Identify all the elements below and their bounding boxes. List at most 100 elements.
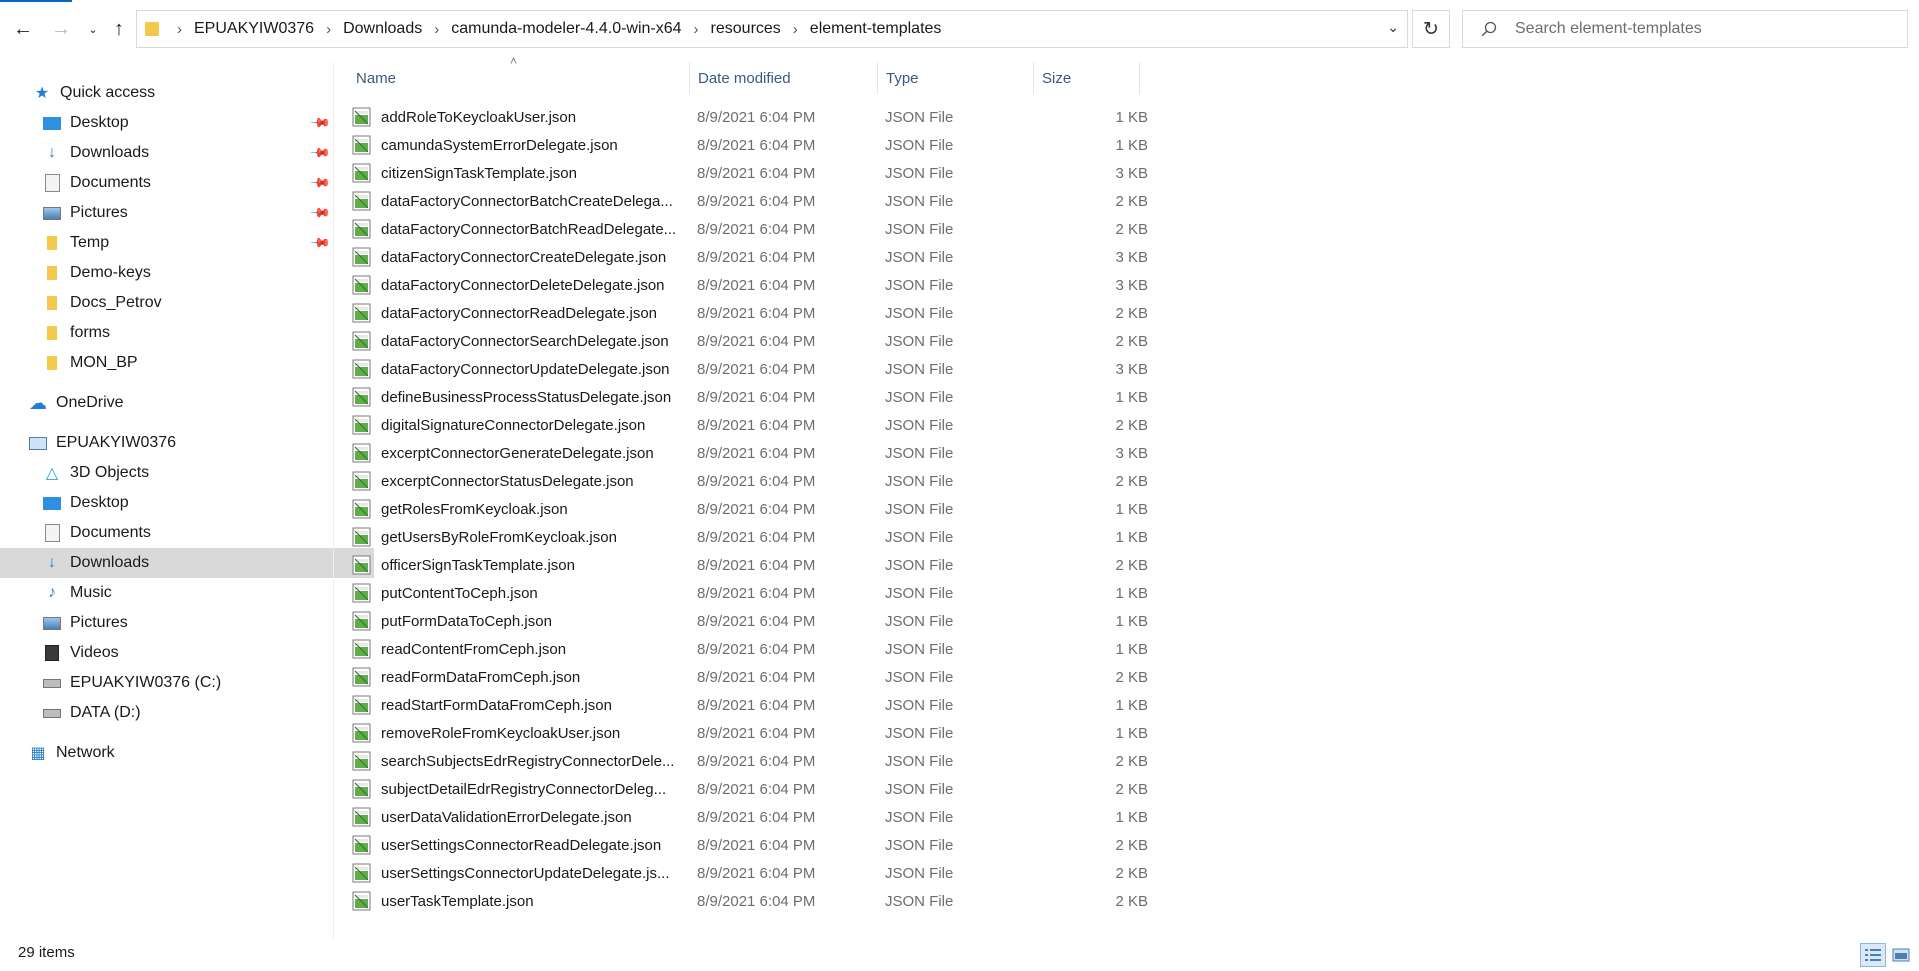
pin-icon[interactable]: 📌 — [309, 232, 331, 255]
file-row[interactable]: getRolesFromKeycloak.json 8/9/2021 6:04 P… — [352, 495, 1148, 523]
file-row[interactable]: subjectDetailEdrRegistryConnectorDeleg..… — [352, 775, 1148, 803]
sidebar-item-desktop-pc[interactable]: Desktop — [0, 488, 374, 518]
column-header-name[interactable]: ˄ Name — [348, 54, 690, 94]
file-row[interactable]: userDataValidationErrorDelegate.json 8/9/… — [352, 803, 1148, 831]
sidebar-item-3d-objects[interactable]: △ 3D Objects — [0, 458, 374, 488]
file-name[interactable]: citizenSignTaskTemplate.json — [381, 165, 681, 182]
file-row[interactable]: camundaSystemErrorDelegate.json 8/9/2021 … — [352, 131, 1148, 159]
pin-icon[interactable]: 📌 — [309, 142, 331, 165]
file-name[interactable]: dataFactoryConnectorBatchCreateDelega... — [381, 193, 681, 210]
file-row[interactable]: searchSubjectsEdrRegistryConnectorDele..… — [352, 747, 1148, 775]
file-name[interactable]: defineBusinessProcessStatusDelegate.json — [381, 389, 681, 406]
breadcrumb-item[interactable]: element-templates — [810, 20, 942, 38]
sidebar-item-pictures-pc[interactable]: Pictures — [0, 608, 374, 638]
sidebar-item-temp[interactable]: Temp 📌 — [0, 228, 374, 258]
file-name[interactable]: dataFactoryConnectorUpdateDelegate.json — [381, 361, 681, 378]
sidebar-item-documents[interactable]: Documents 📌 — [0, 168, 374, 198]
sidebar-item-mon-bp[interactable]: MON_BP — [0, 348, 374, 378]
file-row[interactable]: defineBusinessProcessStatusDelegate.json… — [352, 383, 1148, 411]
file-row[interactable]: dataFactoryConnectorDeleteDelegate.json 8… — [352, 271, 1148, 299]
column-header-type[interactable]: Type — [878, 62, 1034, 94]
sidebar-item-videos[interactable]: Videos — [0, 638, 374, 668]
file-name[interactable]: addRoleToKeycloakUser.json — [381, 109, 681, 126]
file-row[interactable]: citizenSignTaskTemplate.json 8/9/2021 6:0… — [352, 159, 1148, 187]
pin-icon[interactable]: 📌 — [309, 172, 331, 195]
sidebar-item-downloads[interactable]: ↓ Downloads 📌 — [0, 138, 374, 168]
file-row[interactable]: digitalSignatureConnectorDelegate.json 8/… — [352, 411, 1148, 439]
column-header-size[interactable]: Size — [1034, 62, 1140, 94]
file-row[interactable]: userTaskTemplate.json 8/9/2021 6:04 PM JSO… — [352, 887, 1148, 915]
file-row[interactable]: addRoleToKeycloakUser.json 8/9/2021 6:04 … — [352, 103, 1148, 131]
pane-divider[interactable] — [333, 62, 334, 940]
column-header-date[interactable]: Date modified — [690, 62, 878, 94]
file-row[interactable]: getUsersByRoleFromKeycloak.json 8/9/2021 … — [352, 523, 1148, 551]
file-row[interactable]: putFormDataToCeph.json 8/9/2021 6:04 PM JS… — [352, 607, 1148, 635]
file-name[interactable]: excerptConnectorStatusDelegate.json — [381, 473, 681, 490]
file-row[interactable]: putContentToCeph.json 8/9/2021 6:04 PM JSO… — [352, 579, 1148, 607]
file-row[interactable]: excerptConnectorStatusDelegate.json 8/9/2… — [352, 467, 1148, 495]
breadcrumb-item[interactable]: camunda-modeler-4.4.0-win-x64 — [451, 20, 681, 38]
file-name[interactable]: readStartFormDataFromCeph.json — [381, 697, 681, 714]
breadcrumb-item[interactable]: EPUAKYIW0376 — [194, 20, 314, 38]
up-button[interactable]: ↑ — [104, 14, 134, 44]
file-name[interactable]: officerSignTaskTemplate.json — [381, 557, 681, 574]
file-name[interactable]: subjectDetailEdrRegistryConnectorDeleg..… — [381, 781, 681, 798]
sidebar-item-downloads-pc[interactable]: ↓ Downloads — [0, 548, 374, 578]
pin-icon[interactable]: 📌 — [309, 202, 331, 225]
file-name[interactable]: putFormDataToCeph.json — [381, 613, 681, 630]
file-row[interactable]: readFormDataFromCeph.json 8/9/2021 6:04 P… — [352, 663, 1148, 691]
large-icons-view-button[interactable] — [1888, 943, 1914, 967]
chevron-right-icon[interactable]: › — [793, 21, 798, 38]
sidebar-item-desktop[interactable]: Desktop 📌 — [0, 108, 374, 138]
chevron-right-icon[interactable]: › — [434, 21, 439, 38]
sidebar-item-demo-keys[interactable]: Demo-keys — [0, 258, 374, 288]
file-name[interactable]: dataFactoryConnectorDeleteDelegate.json — [381, 277, 681, 294]
sidebar-item-drive-d[interactable]: DATA (D:) — [0, 698, 374, 728]
sidebar-item-pictures[interactable]: Pictures 📌 — [0, 198, 374, 228]
file-name[interactable]: userTaskTemplate.json — [381, 893, 681, 910]
file-name[interactable]: readFormDataFromCeph.json — [381, 669, 681, 686]
sidebar-item-quick-access[interactable]: ★ Quick access — [0, 78, 364, 108]
file-name[interactable]: dataFactoryConnectorBatchReadDelegate... — [381, 221, 681, 238]
address-dropdown-icon[interactable]: ⌄ — [1387, 19, 1399, 36]
breadcrumb-item[interactable]: Downloads — [343, 20, 422, 38]
file-name[interactable]: camundaSystemErrorDelegate.json — [381, 137, 681, 154]
file-row[interactable]: userSettingsConnectorReadDelegate.json 8/… — [352, 831, 1148, 859]
file-name[interactable]: dataFactoryConnectorReadDelegate.json — [381, 305, 681, 322]
file-name[interactable]: getUsersByRoleFromKeycloak.json — [381, 529, 681, 546]
file-name[interactable]: excerptConnectorGenerateDelegate.json — [381, 445, 681, 462]
address-bar[interactable]: › EPUAKYIW0376 › Downloads › camunda-mod… — [136, 10, 1408, 48]
file-row[interactable]: officerSignTaskTemplate.json 8/9/2021 6:0… — [352, 551, 1148, 579]
file-row[interactable]: dataFactoryConnectorBatchCreateDelega...… — [352, 187, 1148, 215]
file-name[interactable]: userSettingsConnectorUpdateDelegate.js..… — [381, 865, 681, 882]
pin-icon[interactable]: 📌 — [309, 112, 331, 135]
chevron-right-icon[interactable]: › — [326, 21, 331, 38]
file-name[interactable]: getRolesFromKeycloak.json — [381, 501, 681, 518]
file-row[interactable]: removeRoleFromKeycloakUser.json 8/9/2021 … — [352, 719, 1148, 747]
file-name[interactable]: digitalSignatureConnectorDelegate.json — [381, 417, 681, 434]
file-name[interactable]: putContentToCeph.json — [381, 585, 681, 602]
sidebar-item-forms[interactable]: forms — [0, 318, 374, 348]
file-name[interactable]: userSettingsConnectorReadDelegate.json — [381, 837, 681, 854]
file-row[interactable]: dataFactoryConnectorUpdateDelegate.json 8… — [352, 355, 1148, 383]
sidebar-item-music[interactable]: ♪ Music — [0, 578, 374, 608]
search-box[interactable] — [1462, 10, 1908, 48]
sidebar-item-docs-petrov[interactable]: Docs_Petrov — [0, 288, 374, 318]
details-view-button[interactable] — [1860, 943, 1886, 967]
file-name[interactable]: dataFactoryConnectorCreateDelegate.json — [381, 249, 681, 266]
breadcrumb-item[interactable]: resources — [711, 20, 781, 38]
file-name[interactable]: dataFactoryConnectorSearchDelegate.json — [381, 333, 681, 350]
file-row[interactable]: dataFactoryConnectorCreateDelegate.json 8… — [352, 243, 1148, 271]
file-row[interactable]: dataFactoryConnectorBatchReadDelegate...… — [352, 215, 1148, 243]
file-row[interactable]: readStartFormDataFromCeph.json 8/9/2021 6… — [352, 691, 1148, 719]
search-input[interactable] — [1513, 19, 1877, 39]
back-button[interactable]: ← — [8, 14, 38, 44]
sidebar-item-drive-c[interactable]: EPUAKYIW0376 (C:) — [0, 668, 374, 698]
file-row[interactable]: userSettingsConnectorUpdateDelegate.js..… — [352, 859, 1148, 887]
sidebar-item-onedrive[interactable]: ☁ OneDrive — [0, 388, 360, 418]
file-row[interactable]: dataFactoryConnectorReadDelegate.json 8/9… — [352, 299, 1148, 327]
file-name[interactable]: searchSubjectsEdrRegistryConnectorDele..… — [381, 753, 681, 770]
chevron-right-icon[interactable]: › — [694, 21, 699, 38]
file-row[interactable]: dataFactoryConnectorSearchDelegate.json 8… — [352, 327, 1148, 355]
file-row[interactable]: readContentFromCeph.json 8/9/2021 6:04 PM… — [352, 635, 1148, 663]
